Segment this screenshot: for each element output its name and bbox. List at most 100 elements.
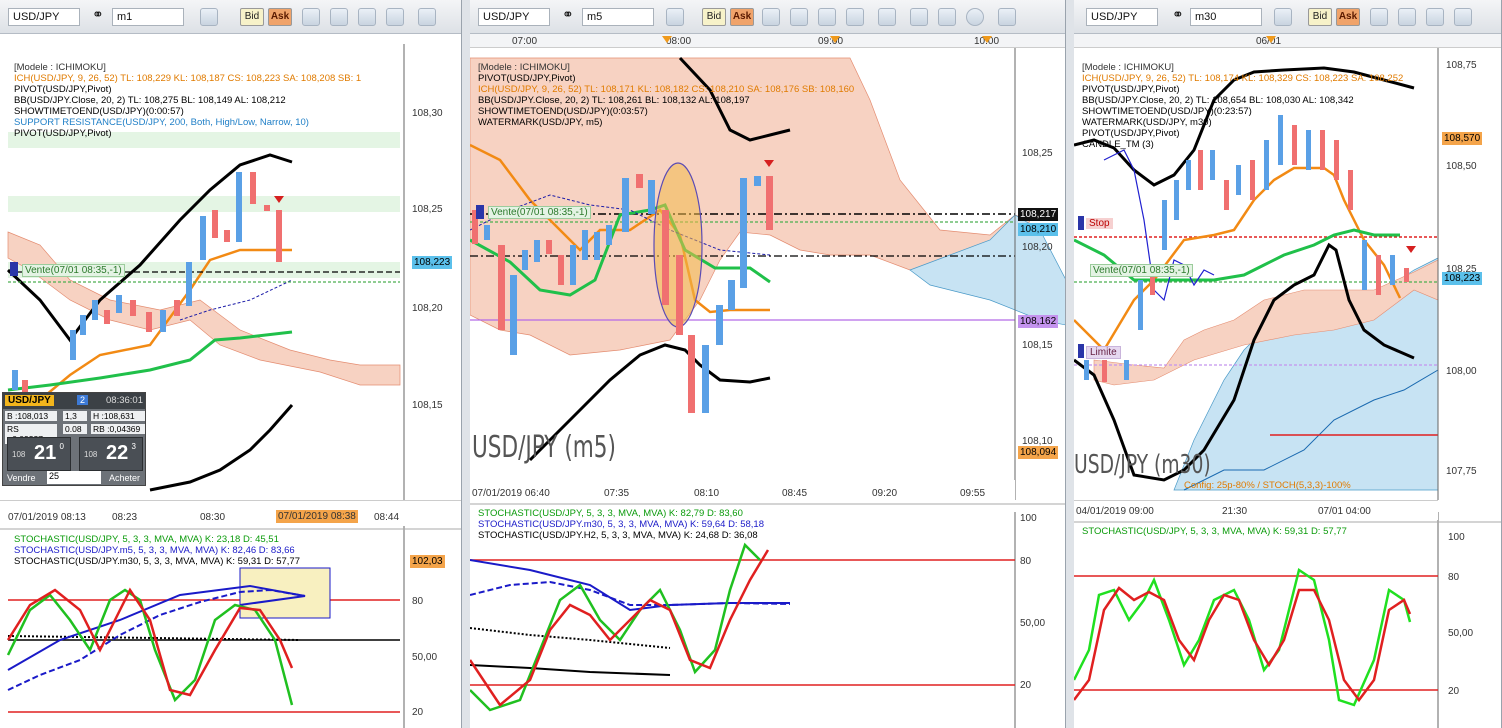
config-text: Config: 25p-80% / STOCH(5,3,3)-100% [1184,480,1351,491]
legend-line[interactable]: PIVOT(USD/JPY,Pivot) [14,128,361,139]
x-label: 04/01/2019 09:00 [1076,506,1154,517]
symbol-select[interactable]: USD/JPY [8,8,80,26]
template-icon[interactable] [1398,8,1416,26]
chart-type-icon[interactable] [666,8,684,26]
ask-button[interactable]: Ask [268,8,292,26]
x-label: 09:20 [872,488,898,499]
ask-button[interactable]: Ask [730,8,754,26]
cursor-icon[interactable] [358,8,376,26]
event-marker[interactable] [662,36,672,43]
buy-button[interactable]: 108 22 3 [79,437,143,471]
fit-icon[interactable] [418,8,436,26]
indicator-icon[interactable] [1370,8,1388,26]
vente-label[interactable]: Vente(07/01 08:35,-1) [1090,264,1193,277]
timeframe-select[interactable]: m5 [582,8,654,26]
draw-icon[interactable] [910,8,928,26]
legend-line[interactable]: SHOWTIMETOEND(USD/JPY)(0:03:57) [478,106,854,117]
legend-line[interactable]: PIVOT(USD/JPY,Pivot) [14,84,361,95]
legend-line[interactable]: SHOWTIMETOEND(USD/JPY)(0:00:57) [14,106,361,117]
position-marker[interactable] [476,205,484,219]
legend-line[interactable]: [Modele : ICHIMOKU] [14,62,361,73]
indicator-icon[interactable] [762,8,780,26]
link-icon[interactable]: ⚭ [92,6,104,24]
stoch-y: 80 [412,596,424,607]
bid-button[interactable]: Bid [1308,8,1332,26]
stop-marker[interactable] [1078,216,1084,230]
legend-line[interactable]: PIVOT(USD/JPY,Pivot) [478,73,854,84]
chart-type-icon[interactable] [1274,8,1292,26]
ruler-icon[interactable] [998,8,1016,26]
link-icon[interactable]: ⚭ [562,6,574,24]
stoch-legend-line[interactable]: STOCHASTIC(USD/JPY, 5, 3, 3, MVA, MVA) K… [14,534,300,545]
ask-button[interactable]: Ask [1336,8,1360,26]
legend-line[interactable]: [Modele : ICHIMOKU] [1082,62,1403,73]
template-icon[interactable] [330,8,348,26]
legend-line[interactable]: ICH(USD/JPY, 9, 26, 52) TL: 108,171 KL: … [478,84,854,95]
timeframe-select[interactable]: m1 [112,8,184,26]
position-marker[interactable] [10,262,18,276]
stoch-legend: STOCHASTIC(USD/JPY, 5, 3, 3, MVA, MVA) K… [14,534,300,567]
cursor-icon[interactable] [818,8,836,26]
symbol-select[interactable]: USD/JPY [1086,8,1158,26]
toolbar: USD/JPY ⚭ m5 Bid Ask [470,0,1065,34]
legend-line[interactable]: BB(USD/JPY.Close, 20, 2) TL: 108,654 BL:… [1082,95,1403,106]
legend-line[interactable]: BB(USD/JPY.Close, 20, 2) TL: 108,261 BL:… [478,95,854,106]
sell-button[interactable]: 108 21 0 [7,437,71,471]
chart-type-icon[interactable] [200,8,218,26]
buy-label: Acheter [109,473,141,483]
event-marker[interactable] [1266,36,1276,43]
x-label: 08:23 [112,512,138,523]
legend-line[interactable]: CANDLE_TM (3) [1082,139,1403,150]
link-icon[interactable]: ⚭ [1172,6,1184,24]
widget-symbol[interactable]: USD/JPY [5,395,54,406]
stoch-y: 20 [412,707,424,718]
vente-label[interactable]: Vente(07/01 08:35,-1) [488,206,591,219]
qty-select[interactable]: 25 [47,471,101,484]
symbol-select[interactable]: USD/JPY [478,8,550,26]
legend-line[interactable]: SUPPORT RESISTANCE(USD/JPY, 200, Both, H… [14,117,361,128]
stoch-legend-line[interactable]: STOCHASTIC(USD/JPY.m30, 5, 3, 3, MVA, MV… [14,556,300,567]
indicator-legend: [Modele : ICHIMOKU] PIVOT(USD/JPY,Pivot) I… [478,62,854,128]
x-label: 07/01/2019 08:13 [8,512,86,523]
legend-line[interactable]: BB(USD/JPY.Close, 20, 2) TL: 108,275 BL:… [14,95,361,106]
legend-line[interactable]: SHOWTIMETOEND(USD/JPY)(0:23:57) [1082,106,1403,117]
signal-icon[interactable] [938,8,956,26]
indicator-icon[interactable] [302,8,320,26]
quote-widget[interactable]: USD/JPY 2 08:36:01 B :108,013 1,3 H :108… [2,392,146,486]
legend-line[interactable]: WATERMARK(USD/JPY, m5) [478,117,854,128]
legend-line[interactable]: ICH(USD/JPY, 9, 26, 52) TL: 108,174 KL: … [1082,73,1403,84]
stoch-legend: STOCHASTIC(USD/JPY, 5, 3, 3, MVA, MVA) K… [1082,526,1347,537]
stoch-legend-line[interactable]: STOCHASTIC(USD/JPY.m5, 5, 3, 3, MVA, MVA… [14,545,300,556]
legend-line[interactable]: WATERMARK(USD/JPY, m30) [1082,117,1403,128]
zoom-icon[interactable] [386,8,404,26]
legend-line[interactable]: PIVOT(USD/JPY,Pivot) [1082,84,1403,95]
stop-label[interactable]: Stop [1086,218,1113,229]
bid-button[interactable]: Bid [702,8,726,26]
zoom-icon[interactable] [1454,8,1472,26]
stoch-legend-line[interactable]: STOCHASTIC(USD/JPY.H2, 5, 3, 3, MVA, MVA… [478,530,764,541]
legend-line[interactable]: [Modele : ICHIMOKU] [478,62,854,73]
stoch-legend-line[interactable]: STOCHASTIC(USD/JPY, 5, 3, 3, MVA, MVA) K… [478,508,764,519]
event-marker[interactable] [982,36,992,43]
vente-label[interactable]: Vente(07/01 08:35,-1) [22,264,125,277]
stoch-legend-line[interactable]: STOCHASTIC(USD/JPY, 5, 3, 3, MVA, MVA) K… [1082,526,1347,537]
limit-label[interactable]: Limite [1086,346,1121,359]
x-label: 08:45 [782,488,808,499]
timeframe-select[interactable]: m30 [1190,8,1262,26]
y-label: 108,15 [412,400,443,411]
stoch-legend-line[interactable]: STOCHASTIC(USD/JPY.m30, 5, 3, 3, MVA, MV… [478,519,764,530]
buy-exp: 3 [131,442,136,451]
cursor-icon[interactable] [1426,8,1444,26]
bid-button[interactable]: Bid [240,8,264,26]
legend-line[interactable]: PIVOT(USD/JPY,Pivot) [1082,128,1403,139]
legend-line[interactable]: ICH(USD/JPY, 9, 26, 52) TL: 108,229 KL: … [14,73,361,84]
globe-icon[interactable] [966,8,984,26]
template-icon[interactable] [790,8,808,26]
x-label: 21:30 [1222,506,1248,517]
buy-prefix: 108 [84,450,98,459]
event-marker[interactable] [830,36,840,43]
zoom-icon[interactable] [846,8,864,26]
fit-icon[interactable] [878,8,896,26]
limit-marker[interactable] [1078,344,1084,358]
x-label: 07/01 04:00 [1318,506,1371,517]
